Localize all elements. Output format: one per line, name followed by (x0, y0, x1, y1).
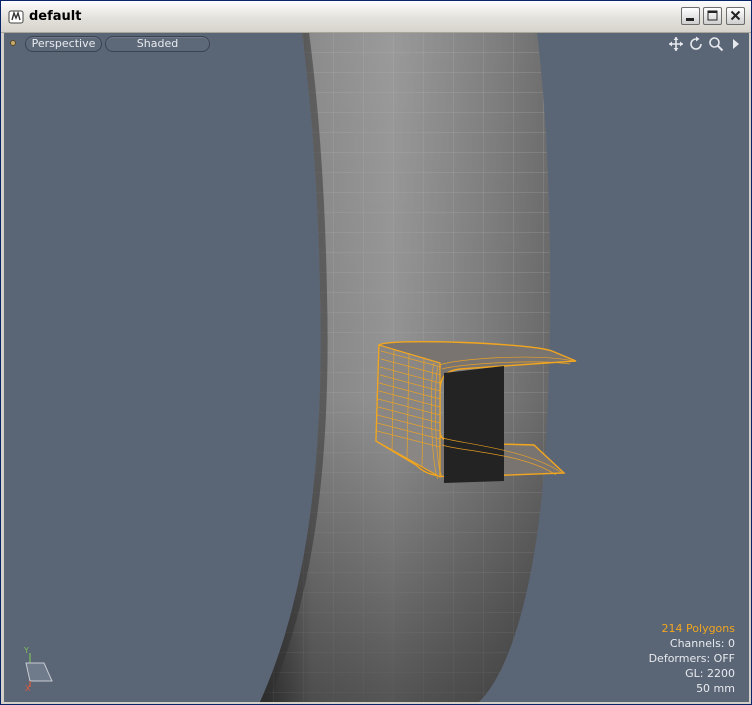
3d-viewport[interactable]: Perspective Shaded Y X 214 Polygons Chan… (4, 33, 749, 702)
maximize-button[interactable] (703, 7, 722, 25)
gl-stat: GL: 2200 (685, 667, 735, 680)
window-title: default (29, 9, 82, 24)
maximize-icon (707, 10, 718, 21)
channels-stat: Channels: 0 (669, 637, 735, 650)
axis-x-label: X (25, 684, 31, 691)
pan-icon[interactable] (668, 36, 684, 52)
minimize-icon (686, 18, 694, 21)
close-icon (730, 10, 741, 21)
app-window: default Perspective Shaded Y X 214 Polyg… (0, 0, 752, 705)
app-icon (8, 10, 24, 24)
zoom-icon[interactable] (708, 36, 724, 52)
lens-stat: 50 mm (696, 682, 735, 695)
rotate-icon[interactable] (688, 36, 704, 52)
view-mode-dropdown[interactable]: Perspective (25, 36, 102, 52)
viewport-stats: 214 Polygons Channels: 0 Deformers: OFF … (649, 621, 735, 696)
shading-mode-dropdown[interactable]: Shaded (105, 36, 210, 52)
axis-gizmo: Y X (23, 646, 53, 691)
expand-arrow-icon[interactable] (728, 36, 744, 52)
polygon-count: 214 Polygons (661, 622, 735, 635)
minimize-button[interactable] (681, 7, 700, 25)
axis-y-label: Y (23, 646, 29, 655)
close-button[interactable] (726, 7, 745, 25)
deformers-stat: Deformers: OFF (648, 652, 735, 665)
viewport-options-icon[interactable] (10, 40, 16, 46)
scene-render[interactable] (4, 33, 749, 702)
title-bar[interactable]: default (1, 1, 751, 33)
